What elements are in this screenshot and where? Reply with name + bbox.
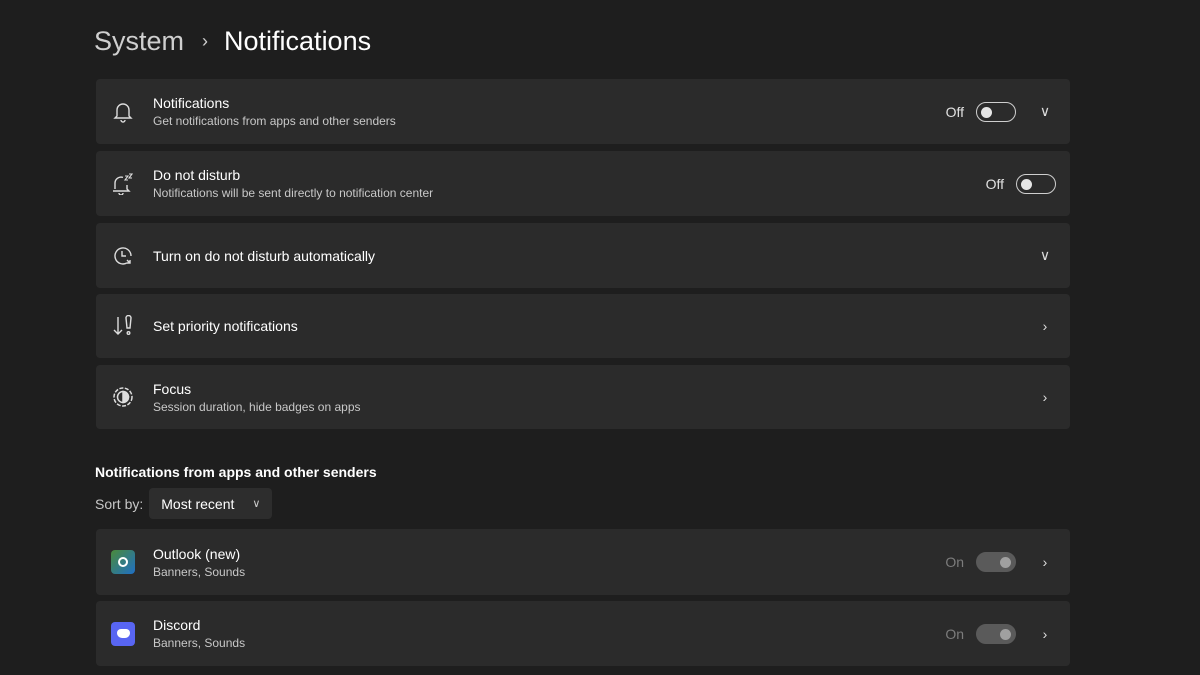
app-name: Discord	[153, 617, 201, 633]
priority-icon	[110, 313, 136, 339]
setting-title: Notifications	[153, 95, 230, 111]
toggle-state: On	[945, 554, 964, 570]
notifications-toggle[interactable]	[976, 101, 1016, 122]
toggle-state: Off	[945, 103, 964, 120]
setting-subtitle: Notifications will be sent directly to n…	[153, 186, 434, 200]
discord-icon	[110, 621, 136, 647]
discord-toggle[interactable]	[976, 623, 1016, 644]
dnd-automatically-setting[interactable]: Turn on do not disturb automatically ∨	[96, 223, 1070, 288]
priority-notifications-setting[interactable]: Set priority notifications ›	[96, 294, 1070, 358]
toggle-state: Off	[985, 175, 1004, 192]
sort-control: Sort by: Most recent ∨	[95, 488, 273, 519]
sort-dropdown[interactable]: Most recent ∨	[149, 488, 273, 519]
setting-title: Do not disturb	[153, 167, 241, 183]
outlook-toggle[interactable]	[976, 552, 1016, 572]
bell-icon	[110, 99, 136, 125]
do-not-disturb-setting: Do not disturb Notifications will be sent…	[96, 151, 1070, 216]
clock-icon	[110, 243, 136, 269]
app-row-discord[interactable]: Discord Banners, Sounds On ›	[96, 601, 1070, 666]
do-not-disturb-toggle[interactable]	[1016, 173, 1056, 194]
breadcrumb: System › Notifications	[94, 26, 371, 57]
chevron-right-icon[interactable]: ›	[1034, 554, 1056, 570]
chevron-down-icon[interactable]: ∨	[1034, 103, 1056, 120]
chevron-right-icon[interactable]: ›	[1034, 318, 1056, 334]
setting-subtitle: Get notifications from apps and other se…	[153, 114, 396, 128]
sort-label: Sort by:	[95, 495, 144, 512]
toggle-state: On	[945, 625, 964, 642]
app-name: Outlook (new)	[153, 545, 241, 562]
focus-icon	[110, 384, 136, 410]
app-subtitle: Banners, Sounds	[153, 636, 246, 650]
chevron-down-icon: ∨	[252, 498, 261, 510]
app-row-outlook[interactable]: Outlook (new) Banners, Sounds On ›	[96, 529, 1070, 595]
sort-value: Most recent	[161, 495, 235, 512]
setting-title: Turn on do not disturb automatically	[153, 247, 376, 264]
page-title: Notifications	[224, 26, 372, 56]
chevron-right-icon[interactable]: ›	[1034, 389, 1056, 405]
section-heading: Notifications from apps and other sender…	[95, 464, 377, 480]
outlook-icon	[110, 549, 136, 575]
chevron-right-icon[interactable]: ›	[1034, 626, 1056, 642]
focus-setting[interactable]: Focus Session duration, hide badges on ap…	[96, 365, 1070, 429]
setting-title: Focus	[153, 380, 192, 397]
notifications-setting[interactable]: Notifications Get notifications from apps…	[96, 79, 1070, 144]
breadcrumb-system[interactable]: System	[94, 26, 184, 57]
setting-title: Set priority notifications	[153, 318, 298, 334]
setting-subtitle: Session duration, hide badges on apps	[153, 399, 361, 414]
app-subtitle: Banners, Sounds	[153, 564, 246, 579]
chevron-down-icon[interactable]: ∨	[1034, 247, 1056, 264]
chevron-right-icon: ›	[202, 31, 209, 51]
bell-snooze-icon	[110, 171, 136, 197]
